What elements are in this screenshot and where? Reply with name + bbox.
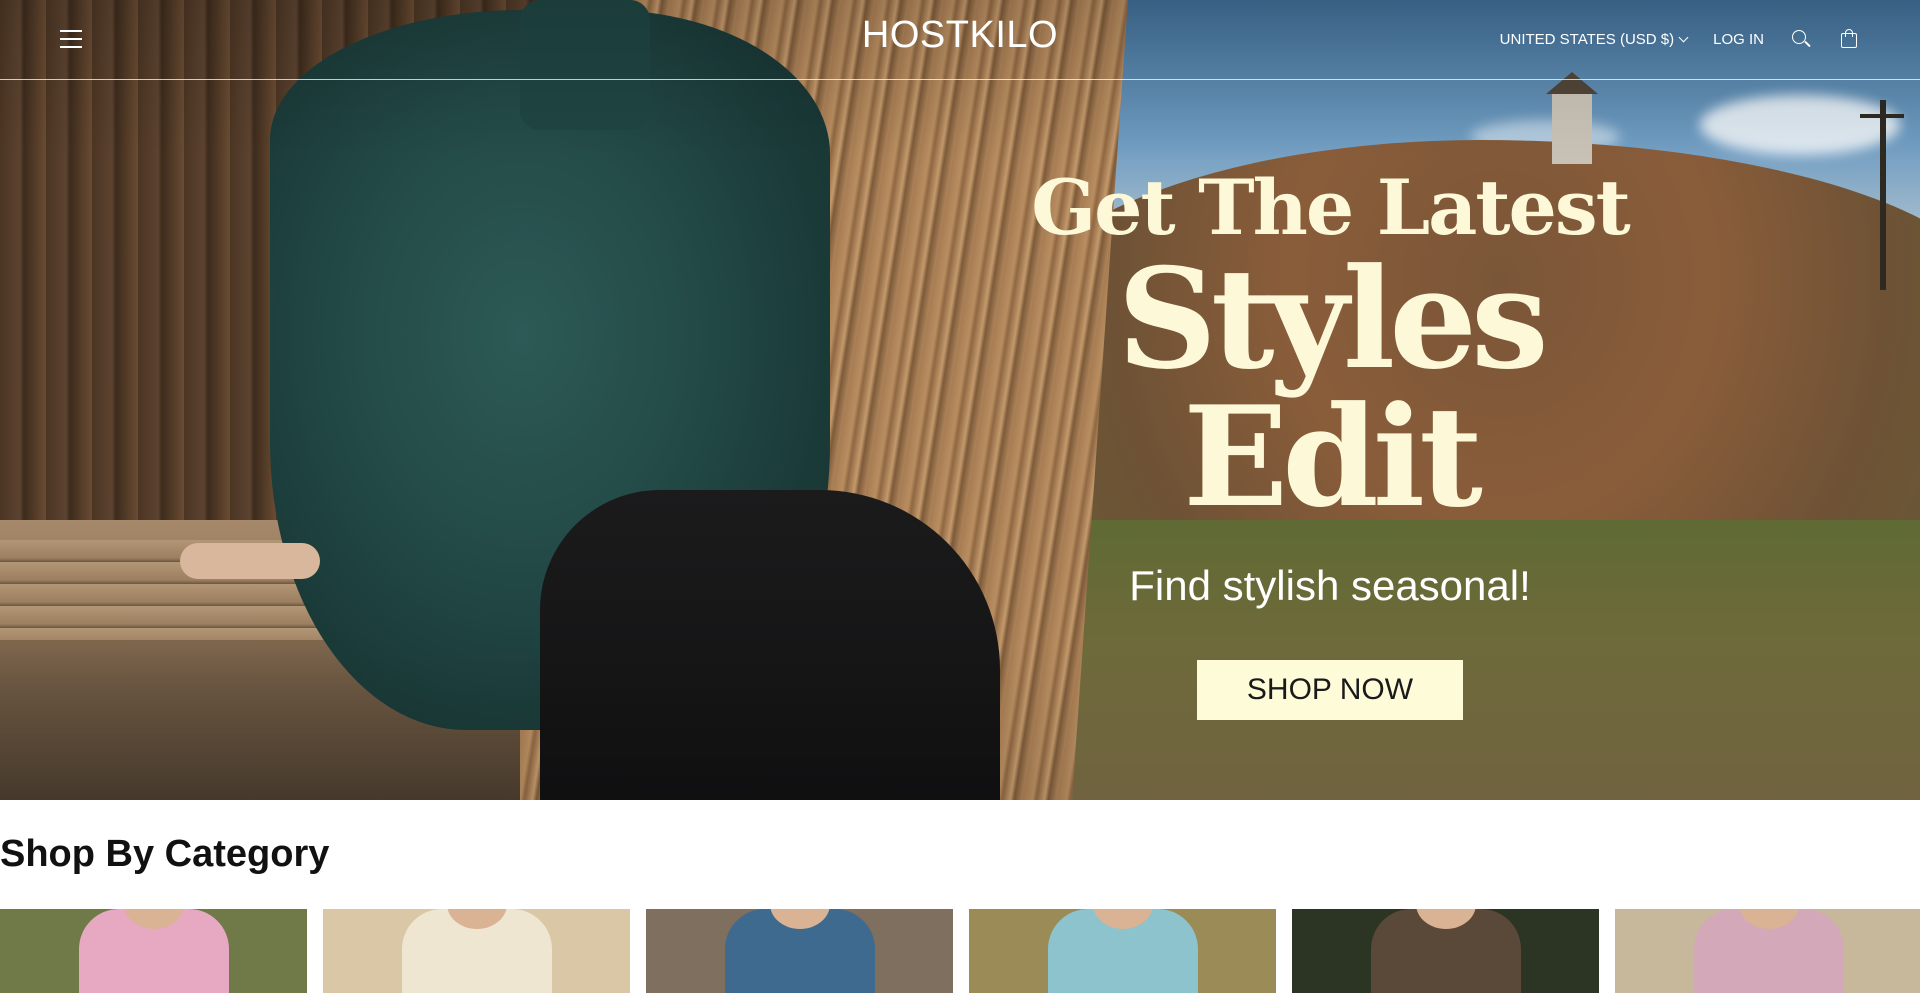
menu-icon-line <box>60 46 82 48</box>
search-icon[interactable] <box>1790 28 1812 50</box>
login-link[interactable]: LOG IN <box>1713 31 1764 48</box>
category-heading: Shop By Category <box>0 833 330 875</box>
hero-title-line1: Get The Latest <box>1031 163 1630 252</box>
category-carousel <box>0 909 1920 993</box>
chevron-down-icon <box>1678 32 1689 42</box>
site-logo[interactable]: HOSTKILO <box>862 14 1058 56</box>
header-actions: UNITED STATES (USD $) LOG IN <box>1500 26 1860 52</box>
menu-icon-line <box>60 38 82 40</box>
search-icon-handle <box>1804 40 1811 48</box>
cart-icon-bag <box>1841 33 1857 48</box>
category-card[interactable] <box>1292 909 1599 993</box>
site-header: HOSTKILO UNITED STATES (USD $) LOG IN <box>0 0 1920 80</box>
category-card[interactable] <box>1615 909 1920 993</box>
hero-title-line2: Styles Edit <box>1117 237 1549 538</box>
category-card[interactable] <box>646 909 953 993</box>
category-card[interactable] <box>969 909 1276 993</box>
hero-subtitle: Find stylish seasonal! <box>1129 562 1531 609</box>
currency-label: UNITED STATES (USD $) <box>1499 30 1675 48</box>
category-card[interactable] <box>0 909 307 993</box>
menu-icon-line <box>60 30 82 32</box>
hero-text-block: Get The Latest Styles Edit Find stylish … <box>980 170 1680 720</box>
cart-icon[interactable] <box>1838 28 1860 50</box>
currency-selector[interactable]: UNITED STATES (USD $) <box>1499 30 1689 48</box>
shop-now-button[interactable]: SHOP NOW <box>1197 660 1463 720</box>
category-card[interactable] <box>323 909 630 993</box>
hero-banner: Get The Latest Styles Edit Find stylish … <box>0 0 1920 800</box>
menu-icon[interactable] <box>60 30 82 48</box>
